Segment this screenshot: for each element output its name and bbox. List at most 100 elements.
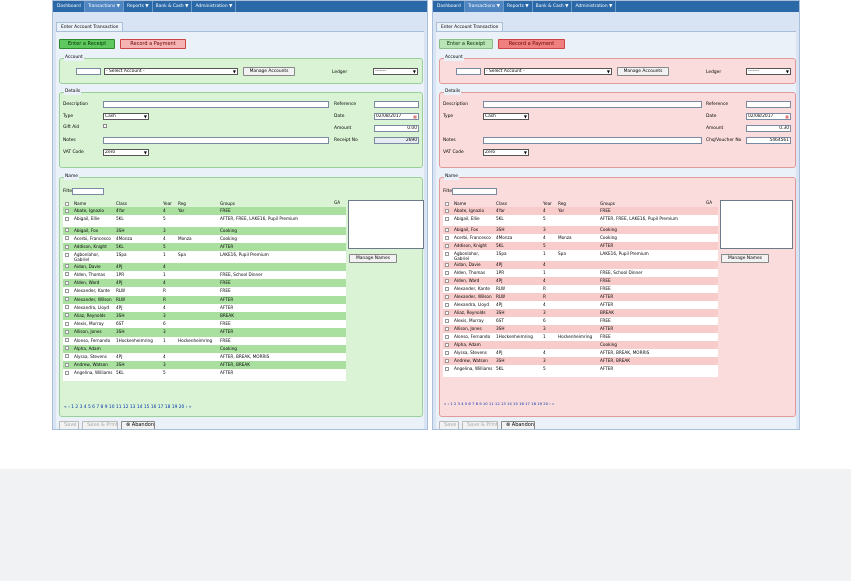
manage-names-button[interactable]: Manage Names: [349, 254, 397, 263]
row-checkbox[interactable]: [65, 297, 69, 302]
vat-code-select[interactable]: Zero ▼: [483, 149, 529, 156]
row-checkbox[interactable]: [65, 346, 69, 351]
table-row[interactable]: Abigail, Fox 3SH 3 Cooking: [443, 226, 718, 235]
row-checkbox[interactable]: [445, 334, 449, 339]
reference-input[interactable]: [746, 101, 791, 108]
date-input[interactable]: 02/08/2017 ▦: [746, 113, 791, 120]
column-header-groups[interactable]: Groups: [220, 200, 235, 207]
description-input[interactable]: [483, 101, 702, 108]
amount-input[interactable]: 0.30: [746, 125, 791, 132]
manage-names-button[interactable]: Manage Names: [721, 254, 769, 263]
column-header-name[interactable]: Name: [74, 200, 86, 207]
row-checkbox[interactable]: [445, 208, 449, 213]
table-row[interactable]: Aidan, Davie 4PJ 4: [63, 262, 346, 271]
save-button[interactable]: Save: [59, 421, 79, 429]
nav-transactions[interactable]: Transactions ▼: [464, 1, 505, 12]
row-checkbox[interactable]: [65, 338, 69, 343]
row-checkbox[interactable]: [65, 208, 69, 213]
row-checkbox[interactable]: [445, 243, 449, 248]
row-checkbox[interactable]: [445, 350, 449, 355]
table-row[interactable]: Aliaz, Reynolds 3SH 3 BREAK: [63, 311, 346, 321]
manage-accounts-button[interactable]: Manage Accounts: [243, 67, 295, 76]
table-row[interactable]: Alonso, Fernando 1Hockenheimring 1 Hockenhe…: [63, 336, 346, 345]
row-checkbox[interactable]: [445, 358, 449, 363]
table-row[interactable]: Alonso, Fernando 1Hockenheimring 1 Hockenhe…: [443, 333, 718, 342]
table-row[interactable]: Alden, Thomas 1PR 1 FREE, School Dinner: [443, 269, 718, 278]
account-select[interactable]: - Select Account - ▼: [104, 68, 238, 75]
abandon-button[interactable]: ⊗ Abandon: [121, 421, 155, 429]
nav-bank-cash[interactable]: Bank & Cash ▼: [533, 1, 573, 12]
row-checkbox[interactable]: [445, 227, 449, 232]
table-row[interactable]: Abigail, Ellie 5KL 5 AFTER, FREE, LAKE16, P…: [443, 215, 718, 227]
table-row[interactable]: Addison, Knight 5KL 5 AFTER: [443, 242, 718, 251]
row-checkbox[interactable]: [65, 216, 69, 221]
row-checkbox[interactable]: [65, 354, 69, 359]
type-select[interactable]: Cash ▼: [103, 113, 149, 120]
column-header-name[interactable]: Name: [454, 200, 466, 207]
table-row[interactable]: Alexis, Murray 6ST 6 FREE: [63, 320, 346, 329]
notes-input[interactable]: [103, 137, 329, 144]
table-row[interactable]: Andrew, Watson 3SH 3 AFTER, BREAK: [63, 361, 346, 370]
row-checkbox[interactable]: [445, 251, 449, 256]
ledger-select[interactable]: ------- ▼: [746, 68, 791, 75]
calendar-icon[interactable]: ▦: [413, 114, 417, 119]
table-row[interactable]: Allison, Jones 3SH 3 AFTER: [443, 325, 718, 334]
table-row[interactable]: Abate, Ignazio 4Yar 4 Yar FREE: [443, 207, 718, 215]
table-row[interactable]: Alden, Ward 4PJ 4 FREE: [443, 277, 718, 286]
row-checkbox[interactable]: [445, 270, 449, 275]
table-row[interactable]: Alden, Thomas 1PR 1 FREE, School Dinner: [63, 270, 346, 280]
row-checkbox[interactable]: [65, 329, 69, 334]
table-row[interactable]: Angelina, Williams 5KL 5 AFTER: [443, 365, 718, 377]
row-checkbox[interactable]: [445, 262, 449, 267]
enter-receipt-button[interactable]: Enter a Receipt: [439, 39, 493, 49]
row-checkbox[interactable]: [65, 288, 69, 293]
row-checkbox[interactable]: [65, 244, 69, 249]
row-checkbox[interactable]: [65, 252, 69, 257]
table-row[interactable]: Acerbi, Francesco 4Monza 4 Monza Cooking: [443, 234, 718, 243]
column-header-year[interactable]: Year: [543, 200, 552, 207]
ledger-select[interactable]: ------- ▼: [373, 68, 418, 75]
nav-dashboard[interactable]: Dashboard: [54, 1, 85, 12]
enter-receipt-button[interactable]: Enter a Receipt: [59, 39, 115, 49]
table-row[interactable]: Addison, Knight 5KL 5 AFTER: [63, 243, 346, 252]
select-all-checkbox[interactable]: [65, 201, 69, 206]
selected-names-listbox[interactable]: [348, 200, 424, 249]
table-row[interactable]: Abate, Ignazio 4Yar 4 Yar FREE: [63, 207, 346, 216]
abandon-button[interactable]: ⊗ Abandon: [501, 421, 535, 429]
nav-reports[interactable]: Reports ▼: [124, 1, 153, 12]
row-checkbox[interactable]: [65, 370, 69, 375]
table-row[interactable]: Alpha, Adam Cooking: [63, 344, 346, 353]
nav-administration[interactable]: Administration ▼: [192, 1, 237, 12]
table-row[interactable]: Angelina, Williams 5KL 5 AFTER: [63, 369, 346, 381]
table-row[interactable]: Alexis, Murray 6ST 6 FREE: [443, 317, 718, 326]
table-row[interactable]: Alpha, Adam Cooking: [443, 341, 718, 350]
row-checkbox[interactable]: [445, 326, 449, 331]
table-row[interactable]: Alexandra, Lloyd 4PJ 4 AFTER: [63, 303, 346, 312]
type-select[interactable]: Cash ▼: [483, 113, 529, 120]
column-header-year[interactable]: Year: [163, 200, 172, 207]
nav-bank-cash[interactable]: Bank & Cash ▼: [153, 1, 193, 12]
column-header-class[interactable]: Class: [496, 200, 507, 207]
save-button[interactable]: Save: [439, 421, 459, 429]
pagination[interactable]: « ‹ 1 2 3 4 5 6 7 8 9 10 11 12 13 14 15 …: [64, 405, 192, 410]
table-row[interactable]: Andrew, Watson 3SH 3 AFTER, BREAK: [443, 357, 718, 366]
row-checkbox[interactable]: [445, 318, 449, 323]
row-checkbox[interactable]: [445, 278, 449, 283]
reference-input[interactable]: [374, 101, 419, 108]
record-payment-button[interactable]: Record a Payment: [120, 39, 186, 49]
row-checkbox[interactable]: [65, 313, 69, 318]
row-checkbox[interactable]: [445, 310, 449, 315]
table-row[interactable]: Alexander, Kante RLW R FREE: [63, 287, 346, 296]
table-row[interactable]: Alexander, Kante RLW R FREE: [443, 285, 718, 294]
row-checkbox[interactable]: [445, 294, 449, 299]
table-row[interactable]: Alyssa, Stevens 4PJ 4 AFTER, BREAK, MORRIS: [443, 349, 718, 358]
row-checkbox[interactable]: [445, 366, 449, 371]
amount-input[interactable]: 0.00: [374, 125, 419, 132]
nav-transactions[interactable]: Transactions ▼: [84, 1, 125, 12]
pagination[interactable]: « ‹ 1 2 3 4 5 6 7 8 9 10 11 12 13 14 15 …: [444, 401, 554, 406]
notes-input[interactable]: [483, 137, 702, 144]
table-row[interactable]: Alexandra, Lloyd 4PJ 4 AFTER: [443, 301, 718, 310]
row-checkbox[interactable]: [65, 362, 69, 367]
cheque-no-input[interactable]: 5464561: [746, 137, 791, 144]
row-checkbox[interactable]: [65, 305, 69, 310]
